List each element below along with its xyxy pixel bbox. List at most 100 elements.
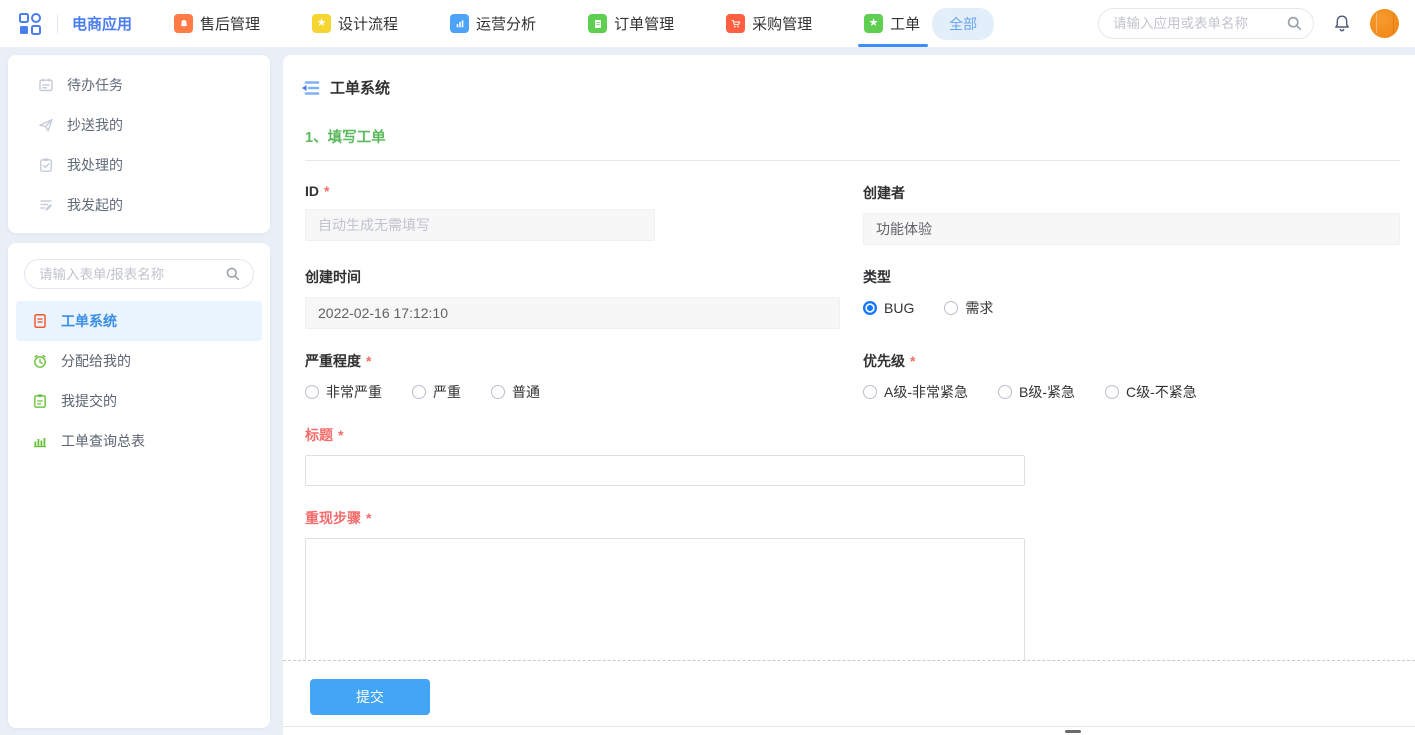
workorder-form: ID* 创建者 创建时间	[305, 161, 1400, 660]
bar-chart-icon	[32, 433, 48, 449]
global-search-input[interactable]	[1113, 16, 1286, 31]
search-icon[interactable]	[225, 266, 241, 282]
radio-priority-b[interactable]: B级-紧急	[998, 382, 1075, 402]
radio-dot[interactable]	[412, 385, 426, 399]
radio-dot-checked[interactable]	[863, 301, 877, 315]
required-asterisk: *	[324, 183, 329, 199]
form-content: 1、填写工单 ID* 创建者	[283, 98, 1415, 660]
user-avatar[interactable]	[1370, 9, 1399, 38]
id-input[interactable]	[305, 209, 655, 241]
active-tab-underline	[858, 44, 928, 47]
design-star-icon: ★	[312, 14, 331, 33]
creator-label: 创建者	[863, 183, 1400, 203]
app-grid-icon[interactable]	[17, 11, 43, 37]
workorder-doc-icon	[32, 313, 48, 329]
nav-tab-label: 工单	[890, 13, 920, 34]
required-asterisk: *	[366, 353, 371, 369]
horizontal-scrollbar-thumb[interactable]	[1065, 730, 1081, 733]
priority-radio-group: A级-非常紧急 B级-紧急 C级-不紧急	[863, 381, 1400, 403]
form-footer: 提交	[283, 660, 1415, 726]
sidebar-item-workorder-system[interactable]: 工单系统	[16, 301, 262, 341]
required-asterisk: *	[366, 510, 371, 526]
sidebar-item-label: 分配给我的	[61, 351, 131, 371]
sidebar-item-cc-me[interactable]: 抄送我的	[8, 105, 270, 145]
clipboard-check-icon	[38, 157, 54, 173]
main-panel-inner: 工单系统 1、填写工单 ID*	[283, 55, 1415, 727]
sidebar-item-handled-by-me[interactable]: 我处理的	[8, 145, 270, 185]
sidebar-form-search-input[interactable]	[39, 267, 225, 282]
sidebar-item-assigned-to-me[interactable]: 分配给我的	[16, 341, 262, 381]
id-label: ID*	[305, 183, 840, 199]
created-time-input[interactable]	[305, 297, 840, 329]
notification-bell-icon[interactable]	[1332, 13, 1352, 35]
creator-field-cell: 创建者	[863, 161, 1400, 245]
nav-tab-label: 订单管理	[614, 13, 674, 34]
page-title: 工单系统	[330, 77, 390, 98]
required-asterisk: *	[910, 353, 915, 369]
sidebar-item-label: 我处理的	[67, 155, 123, 175]
brand-divider	[57, 15, 58, 33]
paper-plane-icon	[38, 117, 54, 133]
nav-tab-design[interactable]: ★ 设计流程	[312, 0, 398, 47]
radio-dot[interactable]	[305, 385, 319, 399]
orders-doc-icon	[588, 14, 607, 33]
title-input[interactable]	[305, 455, 1025, 486]
radio-normal[interactable]: 普通	[491, 382, 540, 402]
sidebar-item-label: 工单查询总表	[61, 431, 145, 451]
sidebar-item-initiated-by-me[interactable]: 我发起的	[8, 185, 270, 225]
sidebar-item-submitted-by-me[interactable]: 我提交的	[16, 381, 262, 421]
sidebar-tasks-card: 待办任务 抄送我的 我处理的	[8, 55, 270, 233]
sidebar-item-workorder-summary[interactable]: 工单查询总表	[16, 421, 262, 461]
steps-field-cell: 重现步骤*	[305, 486, 1400, 660]
sidebar-item-label: 抄送我的	[67, 115, 123, 135]
purchase-cart-icon	[726, 14, 745, 33]
severity-label: 严重程度*	[305, 351, 840, 371]
radio-dot[interactable]	[863, 385, 877, 399]
search-icon[interactable]	[1286, 15, 1303, 32]
nav-tab-workorder[interactable]: ★ 工单	[864, 0, 920, 47]
nav-tab-label: 采购管理	[752, 13, 812, 34]
sidebar-form-search	[24, 259, 254, 289]
sidebar-forms-card: 工单系统 分配给我的 我提交的	[8, 243, 270, 728]
aftersales-bell-icon	[174, 14, 193, 33]
top-header: 电商应用 售后管理 ★ 设计流程 运营分析	[0, 0, 1415, 47]
sidebar-item-label: 我发起的	[67, 195, 123, 215]
radio-dot[interactable]	[491, 385, 505, 399]
priority-label: 优先级*	[863, 351, 1400, 371]
sidebar-item-label: 我提交的	[61, 391, 117, 411]
body-row: 待办任务 抄送我的 我处理的	[0, 47, 1415, 735]
radio-dot[interactable]	[998, 385, 1012, 399]
radio-priority-c[interactable]: C级-不紧急	[1105, 382, 1197, 402]
type-label: 类型	[863, 267, 1400, 287]
nav-tab-purchase[interactable]: 采购管理	[726, 0, 812, 47]
creator-input[interactable]	[863, 213, 1400, 245]
all-apps-pill[interactable]: 全部	[932, 8, 994, 40]
radio-severe[interactable]: 严重	[412, 382, 461, 402]
submit-button[interactable]: 提交	[310, 679, 430, 715]
radio-dot[interactable]	[944, 301, 958, 315]
edit-note-icon	[38, 197, 54, 213]
nav-tab-operations[interactable]: 运营分析	[450, 0, 536, 47]
radio-bug[interactable]: BUG	[863, 300, 914, 316]
workorder-star-icon: ★	[864, 14, 883, 33]
collapse-menu-icon[interactable]	[300, 79, 320, 97]
radio-very-severe[interactable]: 非常严重	[305, 382, 382, 402]
id-field-cell: ID*	[305, 161, 840, 245]
steps-textarea[interactable]	[305, 538, 1025, 660]
type-field-cell: 类型 BUG 需求	[863, 245, 1400, 329]
radio-dot[interactable]	[1105, 385, 1119, 399]
operations-chart-icon	[450, 14, 469, 33]
nav-tab-orders[interactable]: 订单管理	[588, 0, 674, 47]
section-title: 1、填写工单	[305, 126, 1400, 147]
title-field-cell: 标题*	[305, 403, 1400, 486]
nav-tab-aftersales[interactable]: 售后管理	[174, 0, 260, 47]
nav-tab-label: 售后管理	[200, 13, 260, 34]
sidebar-item-todo-tasks[interactable]: 待办任务	[8, 65, 270, 105]
sidebar-item-label: 工单系统	[61, 311, 117, 331]
nav-tab-label: 设计流程	[338, 13, 398, 34]
radio-priority-a[interactable]: A级-非常紧急	[863, 382, 968, 402]
radio-requirement[interactable]: 需求	[944, 298, 993, 318]
steps-label: 重现步骤*	[305, 508, 1400, 528]
severity-radio-group: 非常严重 严重 普通	[305, 381, 840, 403]
top-right-tools	[1098, 8, 1399, 39]
